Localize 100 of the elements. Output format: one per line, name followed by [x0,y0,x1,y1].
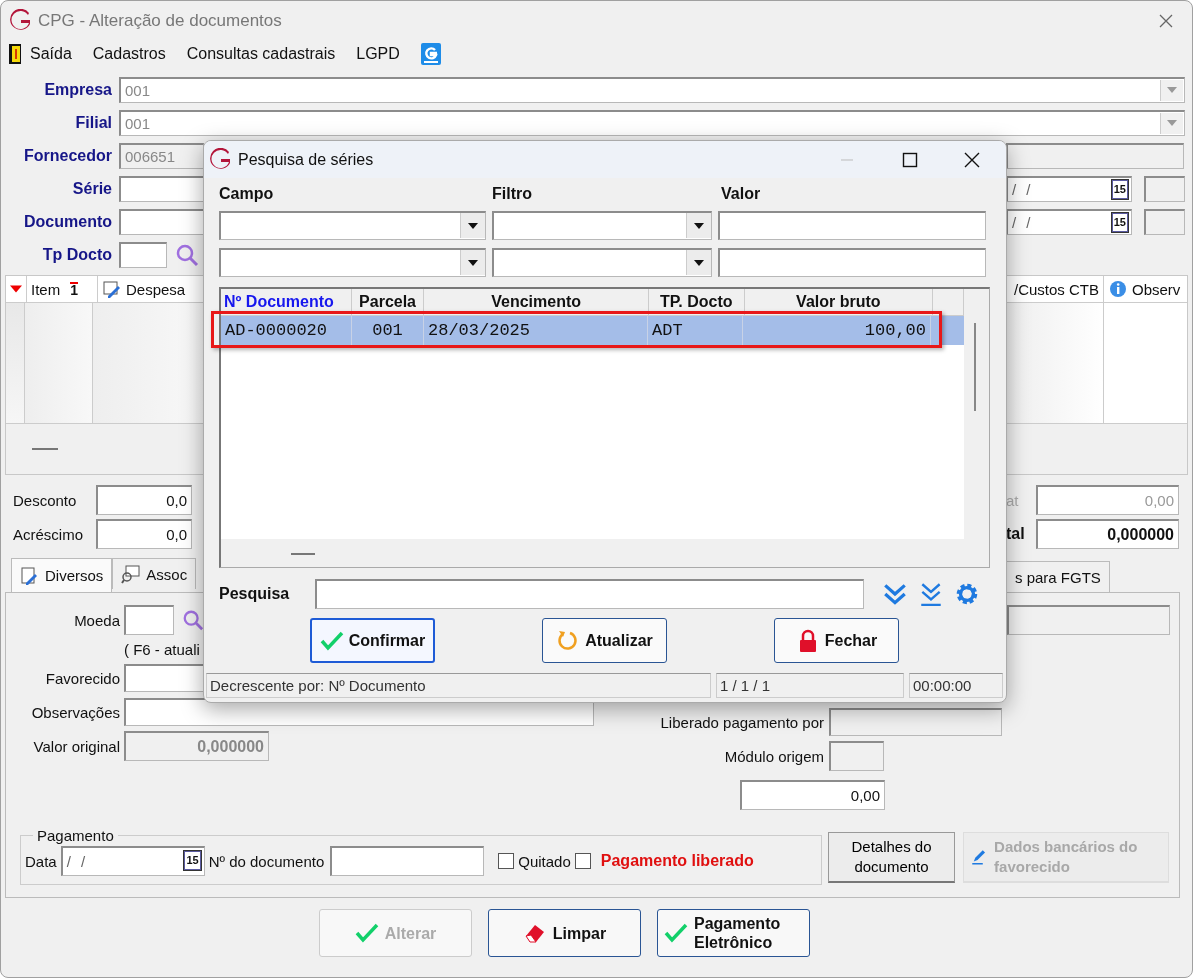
column-header[interactable]: /Custos CTB [1013,280,1099,298]
dialog-title: Pesquisa de séries [238,150,375,169]
checkbox-label[interactable]: Quitado [518,852,571,870]
calendar-button[interactable]: 15 [183,850,202,871]
column-header[interactable]: Valor bruto [744,289,934,315]
search-icon[interactable] [175,242,199,267]
column-header[interactable]: Item [31,280,61,298]
amount-field[interactable]: 0,00 [740,780,885,810]
column-header[interactable]: Despesa [126,280,186,298]
field-label: Observações [30,703,120,721]
sort-down-icon[interactable] [10,285,22,293]
dialog-button[interactable]: Fechar [774,618,899,663]
field-label: Valor original [32,737,120,755]
action-button[interactable]: Pagamento Eletrônico [657,909,810,957]
date-field[interactable]: / / 15 [1006,175,1132,202]
checkbox-label[interactable]: Pagamento liberado [600,852,754,870]
app-logo-icon [8,9,32,33]
field-label: tal [1006,525,1026,543]
magnifier-document-icon [121,564,142,584]
logo-icon[interactable] [419,42,442,66]
tab[interactable]: s para FGTS [1006,561,1110,592]
field-combo[interactable] [219,248,486,277]
calendar-button[interactable]: 15 [1110,211,1129,233]
field-label: Moeda [73,611,120,629]
payee-field[interactable] [124,664,204,692]
status-text: 00:00:00 [909,673,1003,698]
combo-field[interactable]: 001 [119,109,1185,136]
input-field [1144,208,1185,235]
menu-item[interactable]: LGPD [356,45,400,63]
value-field[interactable] [718,211,986,240]
result-row[interactable]: AD-0000020 001 28/03/2025 ADT 100,00 [221,316,964,345]
field-label: Tp Docto [41,245,112,264]
column-header[interactable]: Nº Documento [221,289,352,315]
input-field[interactable] [119,241,167,268]
column-header[interactable]: TP. Docto [648,289,745,315]
tab[interactable]: Diversos [11,558,113,592]
search-label: Pesquisa [219,585,291,603]
field-label: Nº do documento [208,852,325,870]
column-header[interactable]: Vencimento [424,289,649,315]
field-label: Data [25,852,57,870]
currency-field[interactable] [124,605,174,635]
app-logo-icon [208,147,232,172]
value-field[interactable] [718,248,986,277]
menu-item[interactable]: Cadastros [92,45,166,63]
field-label: Filial [74,113,112,132]
exit-door-icon[interactable] [8,43,22,65]
checkmark-icon [354,921,379,945]
group-title: Pagamento [36,827,115,844]
input-field[interactable] [119,175,204,202]
input-field [829,741,884,771]
double-chevron-down-icon[interactable] [882,581,909,607]
field-label: Acréscimo [12,525,84,543]
menu-item[interactable]: Saída [30,45,72,63]
column-header[interactable]: Observ [1132,280,1181,298]
search-field[interactable] [314,579,865,609]
status-text: Decrescente por: Nº Documento [206,673,711,698]
date-field[interactable]: / / 15 [60,846,205,876]
amount-field[interactable]: 0,0 [96,485,192,515]
calendar-button[interactable]: 15 [1110,178,1129,200]
status-text: 1 / 1 / 1 [716,673,904,698]
settings-icon[interactable] [954,581,980,607]
field-combo[interactable] [219,211,486,240]
maximize-icon[interactable] [902,151,918,168]
checkmark-icon [664,921,688,945]
input-field[interactable] [119,208,204,235]
amount-field[interactable]: 0,0 [96,519,192,549]
filter-header: Filtro [492,185,533,203]
checkbox[interactable] [574,853,591,869]
field-label: Fornecedor [23,146,112,165]
dialog-button[interactable]: Confirmar [310,618,435,663]
field-label: Favorecido [44,669,120,687]
pencil-note-icon [20,565,40,586]
close-icon[interactable] [964,151,980,168]
field-label: at [1006,491,1020,509]
hint-text: ( F6 - atuali [124,640,200,658]
combo-field[interactable]: 001 [119,76,1185,103]
amount-field[interactable]: 0,000000 [1036,519,1179,549]
menu-item[interactable]: Consultas cadastrais [186,45,336,63]
checkbox[interactable] [498,853,515,869]
action-button[interactable]: Limpar [488,909,641,957]
field-label: Série [71,179,112,198]
info-icon [1108,279,1128,299]
field-label: Desconto [12,491,78,509]
details-button[interactable]: Detalhes do documento [828,832,955,883]
filter-header: Valor [721,185,762,203]
field-label: Documento [23,212,112,231]
window-title: CPG - Alteração de documentos [38,11,283,31]
field-label: Módulo origem [723,747,824,765]
field-label: Liberado pagamento por [659,713,824,731]
date-field[interactable]: / / 15 [1006,208,1132,235]
input-field [1144,175,1185,202]
field-label: Empresa [43,80,112,99]
search-icon[interactable] [182,609,204,631]
column-header[interactable]: Parcela [351,289,425,315]
sort-order: 1 [70,281,78,297]
tab[interactable]: Assoc [112,558,197,589]
document-number-field[interactable] [330,846,485,876]
dialog-button[interactable]: Atualizar [542,618,667,663]
pencil-note-icon [102,279,122,299]
filter-header: Campo [219,185,275,203]
